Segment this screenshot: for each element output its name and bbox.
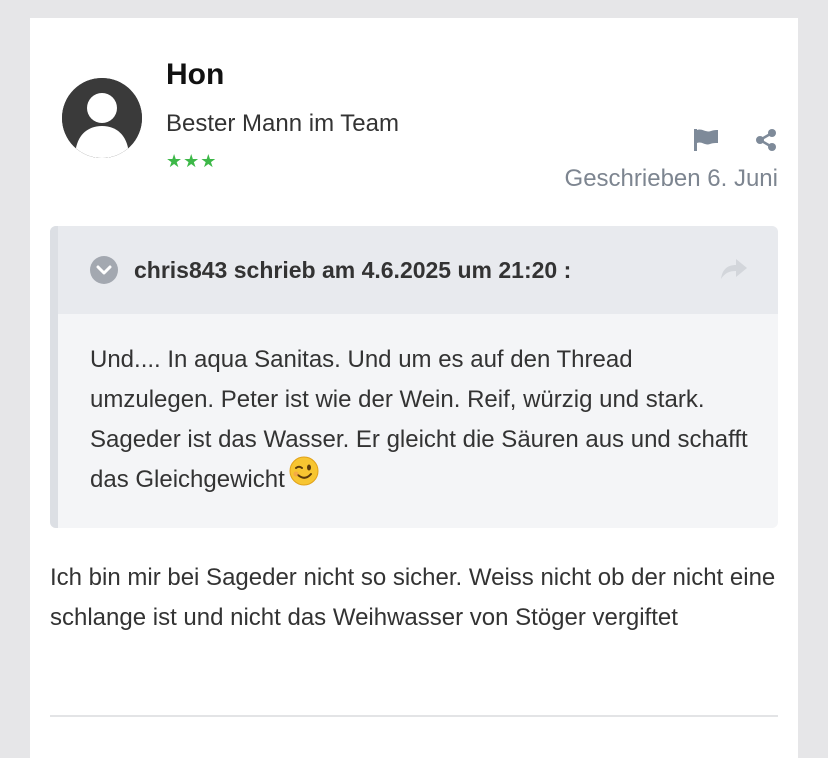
- quote-text-content: Und.... In aqua Sanitas. Und um es auf d…: [90, 346, 748, 493]
- post-card: Hon Bester Mann im Team ★★★ Geschrieben …: [30, 18, 798, 758]
- share-button[interactable]: [752, 126, 780, 154]
- rank-stars: ★★★: [166, 151, 218, 171]
- author-name[interactable]: Hon: [166, 58, 224, 92]
- chevron-down-icon: [96, 265, 112, 275]
- winking-face-emoji: [289, 456, 319, 499]
- quote-citation: chris843 schrieb am 4.6.2025 um 21:20 :: [134, 257, 572, 283]
- avatar[interactable]: [62, 78, 142, 158]
- author-title: Bester Mann im Team: [166, 110, 399, 137]
- report-button[interactable]: [692, 126, 720, 154]
- flag-icon: [694, 129, 718, 151]
- quote-toggle-button[interactable]: [90, 256, 118, 284]
- post-body-text: Ich bin mir bei Sageder nicht so sicher.…: [50, 564, 776, 631]
- post-date[interactable]: Geschrieben 6. Juni: [565, 165, 778, 193]
- forward-arrow-icon: [721, 259, 747, 279]
- quote-block: chris843 schrieb am 4.6.2025 um 21:20 : …: [50, 226, 778, 528]
- quote-header: chris843 schrieb am 4.6.2025 um 21:20 :: [50, 226, 778, 314]
- post-divider: [50, 715, 778, 717]
- quote-text: Und.... In aqua Sanitas. Und um es auf d…: [90, 340, 750, 500]
- post-actions: [692, 126, 780, 154]
- share-icon: [756, 129, 776, 151]
- quote-jump-link[interactable]: [720, 258, 748, 285]
- default-user-avatar-icon: [62, 78, 142, 158]
- quote-border: [50, 226, 58, 528]
